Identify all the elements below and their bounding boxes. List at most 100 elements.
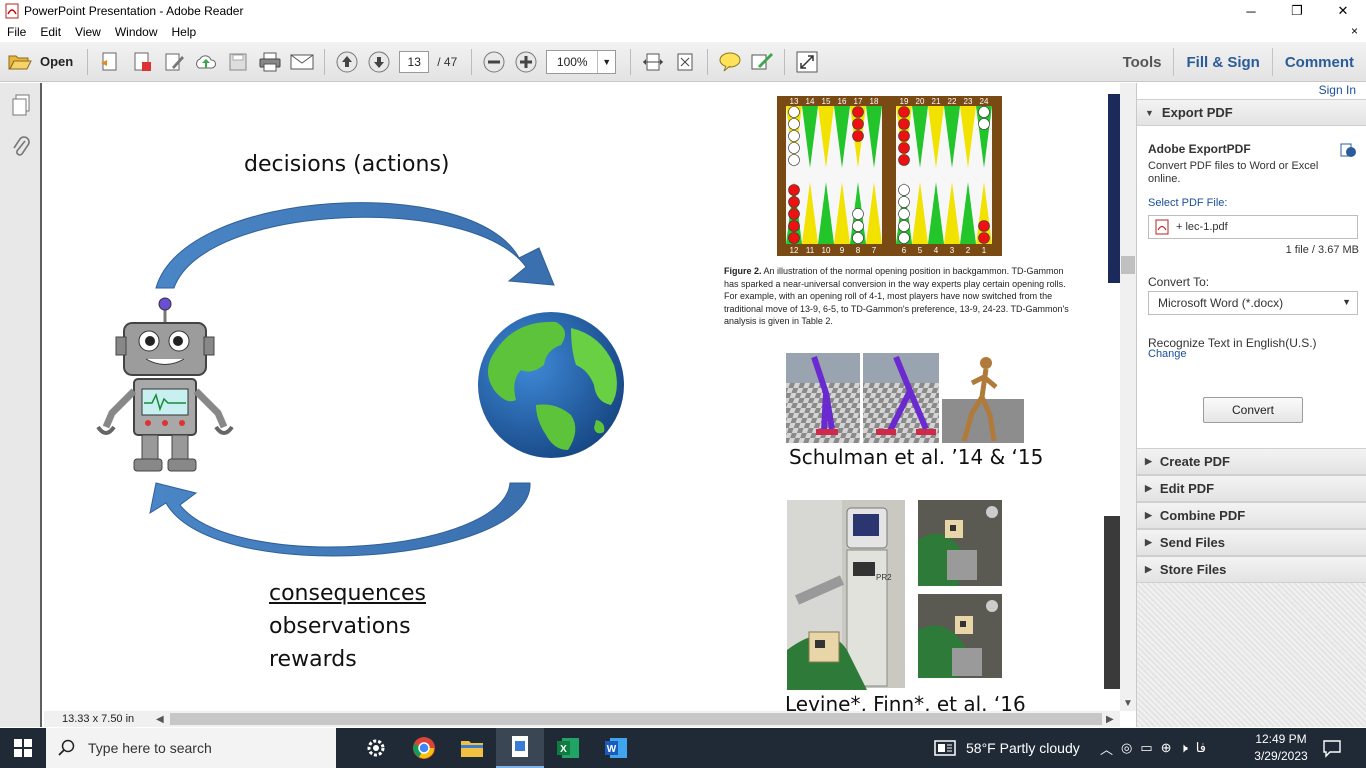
document-close-button[interactable]: × — [1351, 24, 1358, 38]
highlight-button[interactable] — [746, 47, 778, 77]
change-language-link[interactable]: Change — [1148, 348, 1187, 360]
scroll-down-icon[interactable]: ▼ — [1123, 698, 1133, 709]
upload-button[interactable] — [190, 47, 222, 77]
start-button[interactable] — [0, 728, 46, 768]
toolbar-separator — [471, 48, 473, 75]
selected-file-name: + lec-1.pdf — [1176, 221, 1228, 233]
schulman-caption: Schulman et al. ’14 & ‘15 — [789, 445, 1044, 469]
page-number-input[interactable]: 13 — [399, 50, 430, 73]
horizontal-scrollbar[interactable]: 13.33 x 7.50 in ◀ ▶ — [44, 711, 1120, 727]
store-files-header[interactable]: ▶ Store Files — [1137, 556, 1366, 583]
menu-file[interactable]: File — [0, 25, 33, 39]
notification-icon[interactable] — [1322, 738, 1342, 758]
sticky-note-button[interactable] — [714, 47, 746, 77]
taskbar-clock[interactable]: 12:49 PM 3/29/2023 — [1248, 731, 1314, 765]
toolbar-separator — [630, 48, 632, 75]
window-title: PowerPoint Presentation - Adobe Reader — [24, 4, 244, 18]
fit-page-button[interactable] — [669, 47, 701, 77]
open-button[interactable]: Open — [8, 47, 81, 77]
zoom-select[interactable]: 100% ▼ — [546, 49, 617, 74]
taskbar-file-explorer[interactable] — [448, 728, 496, 768]
menu-window[interactable]: Window — [108, 25, 165, 39]
next-page-button[interactable] — [363, 47, 395, 77]
menu-edit[interactable]: Edit — [33, 25, 68, 39]
close-button[interactable]: ✕ — [1320, 0, 1366, 22]
menu-view[interactable]: View — [68, 25, 108, 39]
figure-caption-label: Figure 2. — [724, 266, 762, 276]
fill-sign-pane-button[interactable]: Fill & Sign — [1174, 42, 1271, 82]
convert-format-select[interactable]: Microsoft Word (*.docx) ▼ — [1148, 291, 1358, 315]
board-checker — [788, 232, 800, 244]
board-checker — [898, 142, 910, 154]
board-point-label: 10 — [822, 246, 831, 255]
adjacent-photo-edge — [1104, 516, 1120, 689]
chevron-up-icon[interactable]: ︿ — [1100, 739, 1113, 758]
scroll-left-icon[interactable]: ◀ — [156, 714, 170, 725]
tools-panel: Sign In ▼ Export PDF Adobe ExportPDF Con… — [1136, 83, 1366, 727]
edit-pdf-header[interactable]: ▶ Edit PDF — [1137, 475, 1366, 502]
taskbar-chrome[interactable] — [400, 728, 448, 768]
document-view[interactable]: decisions (actions) consequences observa… — [44, 83, 1120, 711]
minimize-button[interactable]: ─ — [1228, 0, 1274, 22]
export-service-icon[interactable] — [1339, 141, 1357, 159]
board-point-label: 6 — [902, 246, 907, 255]
combine-pdf-header[interactable]: ▶ Combine PDF — [1137, 502, 1366, 529]
scrollbar-thumb[interactable] — [1121, 256, 1135, 274]
taskbar-excel[interactable]: X — [544, 728, 592, 768]
fit-width-button[interactable] — [637, 47, 669, 77]
clock-time: 12:49 PM — [1255, 732, 1307, 746]
language-indicator[interactable]: فا — [1196, 740, 1206, 756]
board-checker — [788, 184, 800, 196]
taskbar-word[interactable]: W — [592, 728, 640, 768]
taskbar-settings[interactable] — [352, 728, 400, 768]
create-pdf-tool-button[interactable] — [94, 47, 126, 77]
taskbar-search-box[interactable]: Type here to search — [46, 728, 336, 768]
zoom-in-button[interactable] — [510, 47, 542, 77]
battery-icon[interactable]: ▭ — [1140, 740, 1152, 756]
toolbar-panes: Tools Fill & Sign Comment — [1111, 42, 1366, 82]
svg-text:X: X — [560, 744, 567, 755]
convert-button[interactable]: Convert — [1203, 397, 1303, 423]
expand-arrows-icon — [796, 51, 818, 72]
board-point-label: 9 — [840, 246, 845, 255]
previous-page-button[interactable] — [331, 47, 363, 77]
board-point-label: 19 — [900, 97, 909, 106]
convert-tool-button[interactable] — [126, 47, 158, 77]
email-button[interactable] — [286, 47, 318, 77]
pages-icon — [12, 94, 30, 116]
selected-file-field[interactable]: + lec-1.pdf — [1148, 215, 1358, 239]
chrome-icon — [413, 737, 435, 759]
scrollbar-thumb[interactable] — [170, 713, 1102, 725]
taskbar-adobe-reader[interactable] — [496, 728, 544, 768]
board-checker — [898, 106, 910, 118]
network-globe-icon[interactable]: ⊕ — [1161, 740, 1172, 756]
board-checker — [788, 208, 800, 220]
send-files-header[interactable]: ▶ Send Files — [1137, 529, 1366, 556]
tools-pane-button[interactable]: Tools — [1111, 42, 1174, 82]
triangle-right-icon: ▶ — [1145, 564, 1152, 574]
full-screen-button[interactable] — [791, 47, 823, 77]
svg-text:W: W — [607, 744, 617, 755]
zoom-out-button[interactable] — [478, 47, 510, 77]
maximize-button[interactable]: ❐ — [1274, 0, 1320, 22]
menu-help[interactable]: Help — [165, 25, 204, 39]
weather-widget[interactable]: 58°F Partly cloudy — [934, 728, 1080, 768]
save-button[interactable] — [222, 47, 254, 77]
attachments-button[interactable] — [0, 127, 42, 167]
speaker-muted-icon[interactable]: 🕨 — [1180, 740, 1188, 756]
print-button[interactable] — [254, 47, 286, 77]
bottom-arrow — [149, 482, 531, 557]
board-point-label: 5 — [918, 246, 923, 255]
scroll-right-icon[interactable]: ▶ — [1106, 714, 1120, 725]
export-pdf-header[interactable]: ▼ Export PDF — [1137, 99, 1366, 126]
page-thumbnails-button[interactable] — [0, 85, 42, 125]
meet-now-icon[interactable]: ◎ — [1121, 740, 1132, 756]
chevron-down-icon[interactable]: ▼ — [597, 50, 615, 73]
toolbar-separator — [784, 48, 786, 75]
board-point-label: 11 — [806, 246, 815, 255]
edit-tool-button[interactable] — [158, 47, 190, 77]
sign-in-link[interactable]: Sign In — [1319, 83, 1356, 97]
create-pdf-header[interactable]: ▶ Create PDF — [1137, 448, 1366, 475]
vertical-scrollbar[interactable]: ▼ — [1120, 83, 1136, 711]
comment-pane-button[interactable]: Comment — [1273, 42, 1366, 82]
